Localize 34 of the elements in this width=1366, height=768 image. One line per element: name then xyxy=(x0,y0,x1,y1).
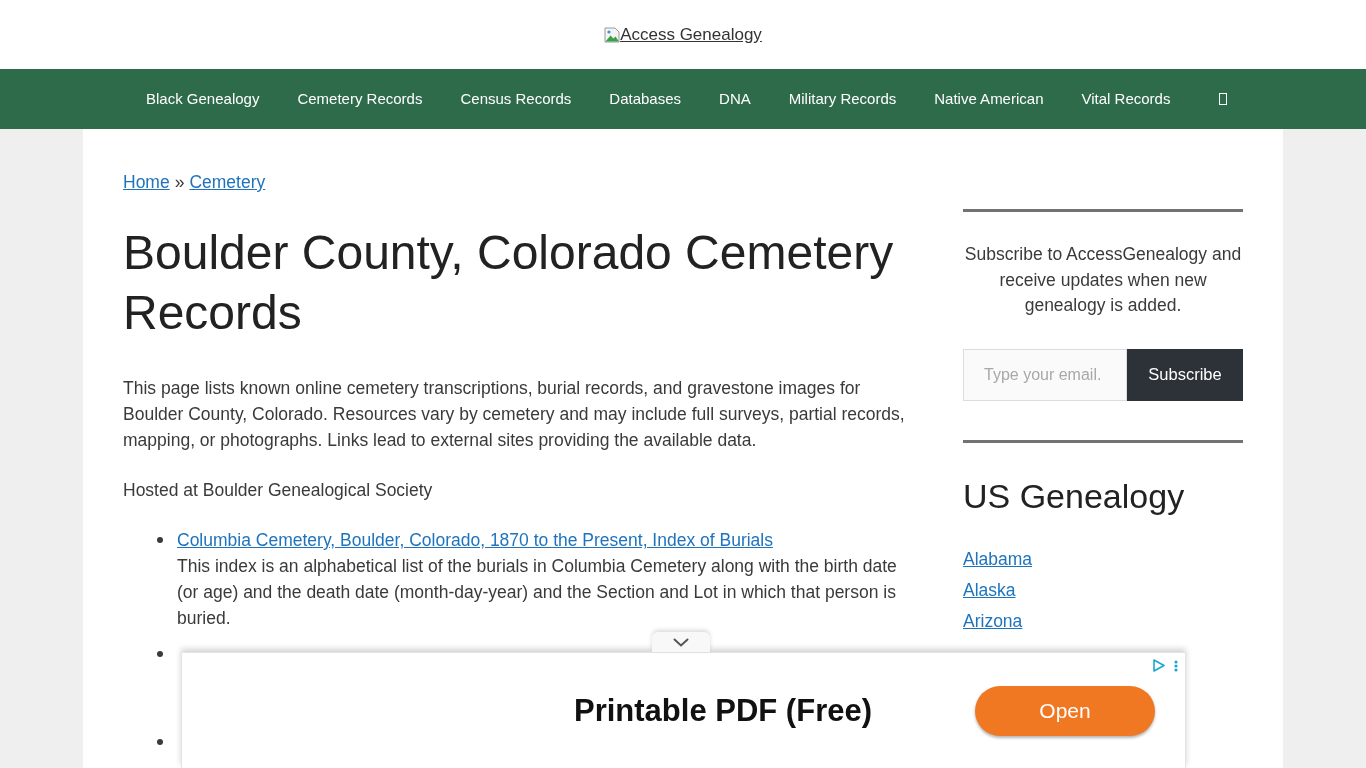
nav-link[interactable]: Military Records xyxy=(788,89,897,109)
entry-description: This index is an alphabetical list of the burials in Columbia Cemetery along with the birth date (or age) and the death date (month-day-year) and the Section and Lot in which that person is buried. xyxy=(177,555,898,630)
nav-link[interactable]: Vital Records xyxy=(1081,89,1171,109)
sidebar-heading: US Genealogy xyxy=(963,475,1186,517)
email-field[interactable]: Type your email. xyxy=(963,348,1127,401)
broken-image-icon xyxy=(604,26,621,43)
subscribe-text: Subscribe to AccessGenealogy and receive updates when new genealogy is added. xyxy=(963,243,1243,317)
state-link[interactable]: Alaska xyxy=(963,576,1016,603)
nav-link[interactable]: Cemetery Records xyxy=(297,89,423,109)
nav-link[interactable]: Black Genealogy xyxy=(146,89,260,109)
collapse-tab[interactable] xyxy=(652,632,710,652)
intro-text: This page lists known online cemetery transcriptions, burial records, and gravestone images for Boulder County, Colorado. Resources vary by cemetery and may include full surveys, partial records, mapping, or photographs. Links lead to external sites providing the available data. xyxy=(123,377,906,452)
nav-link[interactable]: Census Records xyxy=(460,89,572,109)
nav-link[interactable]: DNA xyxy=(719,89,751,109)
play-triangle-icon[interactable] xyxy=(1153,659,1165,672)
source-text: Hosted at Boulder Genealogical Society xyxy=(123,479,434,502)
page-title: Boulder County, Colorado Cemetery Records xyxy=(123,225,895,341)
breadcrumb-separator: » xyxy=(174,171,185,194)
bullet-icon xyxy=(157,739,163,745)
breadcrumb-link[interactable]: Cemetery xyxy=(189,169,266,195)
state-link[interactable]: Alabama xyxy=(963,545,1033,572)
nav-link[interactable]: Databases xyxy=(609,89,682,109)
nav-link[interactable]: Native American xyxy=(934,89,1044,109)
logo-link[interactable]: Access Genealogy xyxy=(604,23,762,46)
bullet-icon xyxy=(157,537,163,543)
missing-glyph-icon[interactable] xyxy=(1219,93,1228,105)
state-link[interactable]: Arizona xyxy=(963,607,1023,634)
chevron-down-icon xyxy=(673,637,689,647)
breadcrumb-link[interactable]: Home xyxy=(123,169,170,195)
subscribe-button[interactable]: Subscribe xyxy=(1127,348,1243,401)
ad-headline: Printable PDF (Free) xyxy=(574,692,872,729)
more-options-icon[interactable] xyxy=(1174,660,1178,672)
bullet-icon xyxy=(157,651,163,657)
entry-link[interactable]: Columbia Cemetery, Boulder, Colorado, 1870 to the Present, Index of Burials xyxy=(177,530,773,550)
